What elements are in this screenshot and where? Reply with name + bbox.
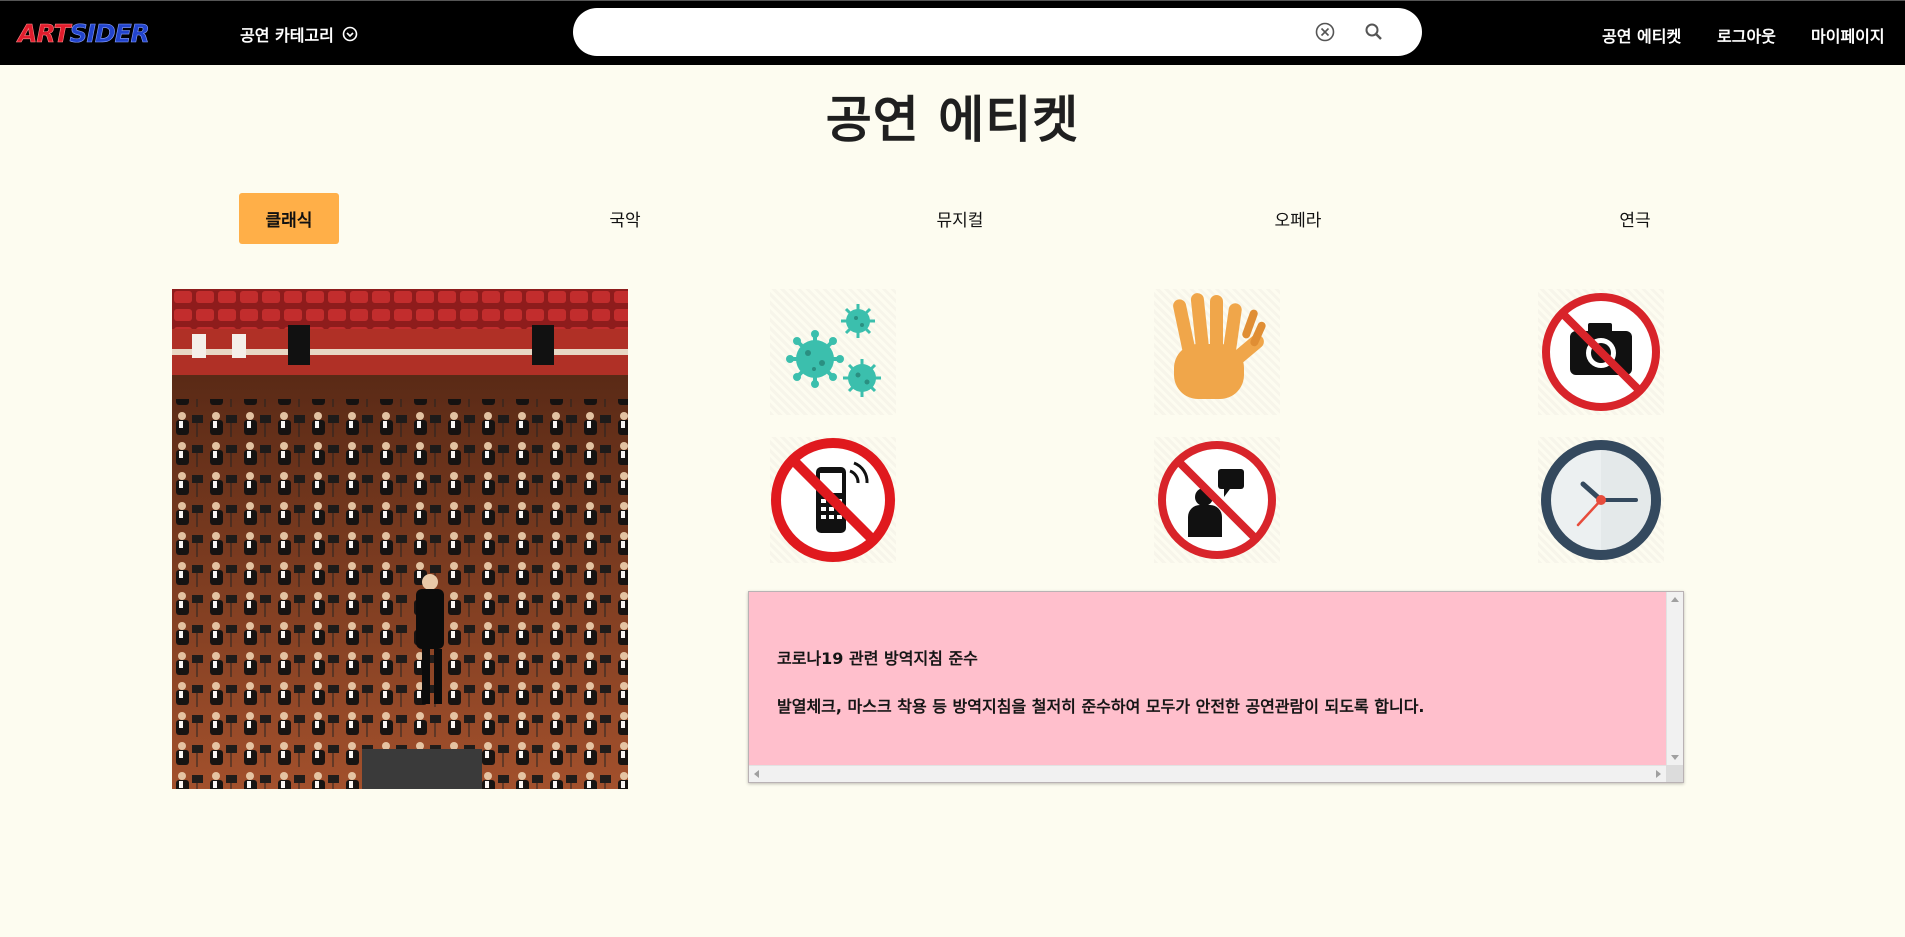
logo-text-sider: SIDER	[69, 19, 150, 49]
tab-gugak[interactable]: 국악	[585, 193, 665, 244]
scroll-down-arrow-icon[interactable]	[1671, 755, 1679, 760]
scroll-up-arrow-icon[interactable]	[1671, 597, 1679, 602]
etiquette-info-box[interactable]: 코로나19 관련 방역지침 준수 발열체크, 마스크 착용 등 방역지침을 철저…	[748, 591, 1684, 783]
logo-text-art: ART	[18, 19, 71, 49]
search-input[interactable]	[597, 18, 1281, 48]
tab-musical[interactable]: 뮤지컬	[920, 193, 1000, 244]
scroll-right-arrow-icon[interactable]	[1656, 770, 1661, 778]
page-title: 공연 에티켓	[825, 91, 1080, 149]
scrollbar-corner	[1666, 765, 1683, 782]
nav-mypage-link[interactable]: 마이페이지	[1811, 23, 1885, 47]
horizontal-scrollbar[interactable]	[749, 765, 1666, 782]
category-label: 공연 카테고리	[240, 26, 334, 45]
search-icon[interactable]	[1363, 21, 1385, 43]
scroll-left-arrow-icon[interactable]	[754, 770, 759, 778]
search-bar	[573, 8, 1422, 56]
info-body: 발열체크, 마스크 착용 등 방역지침을 철저히 준수하여 모두가 안전한 공연…	[777, 697, 1425, 716]
tab-classic[interactable]: 클래식	[239, 193, 339, 244]
clapping-hands-icon	[1154, 289, 1280, 415]
no-phone-icon	[770, 437, 896, 563]
clear-search-icon[interactable]	[1314, 21, 1336, 43]
vertical-scrollbar[interactable]	[1666, 592, 1683, 765]
tab-theater[interactable]: 연극	[1595, 193, 1675, 244]
top-navbar: ARTSIDER 공연 카테고리 공연 에티켓 로그아웃 마이페이지	[0, 0, 1905, 65]
clock-icon	[1538, 437, 1664, 563]
info-heading: 코로나19 관련 방역지침 준수	[777, 649, 978, 668]
nav-etiquette-link[interactable]: 공연 에티켓	[1602, 23, 1681, 47]
orchestra-photo	[172, 289, 628, 789]
nav-logout-link[interactable]: 로그아웃	[1717, 23, 1776, 47]
virus-icon	[770, 289, 896, 415]
chevron-down-icon	[342, 26, 358, 42]
no-camera-icon	[1538, 289, 1664, 415]
info-content: 코로나19 관련 방역지침 준수 발열체크, 마스크 착용 등 방역지침을 철저…	[749, 592, 1666, 765]
category-dropdown[interactable]: 공연 카테고리	[240, 21, 358, 47]
no-talking-icon	[1154, 437, 1280, 563]
artsider-logo[interactable]: ARTSIDER	[18, 19, 151, 49]
tab-opera[interactable]: 오페라	[1258, 193, 1338, 244]
